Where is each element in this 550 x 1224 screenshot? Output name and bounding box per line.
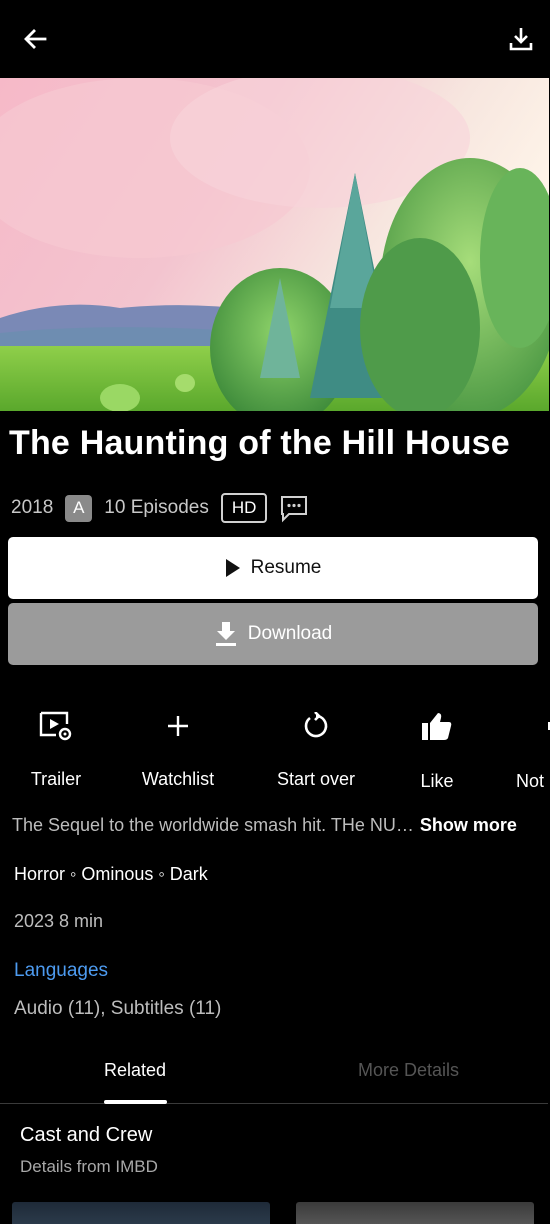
genre-list: Horror ◦ Ominous ◦ Dark: [14, 864, 208, 884]
related-thumbnail[interactable]: [12, 1202, 270, 1224]
episode-count: 10 Episodes: [104, 497, 209, 518]
not-for-me-label: Not: [516, 771, 545, 791]
tab-related[interactable]: Related: [104, 1060, 166, 1081]
start-over-label: Start over: [276, 769, 356, 789]
quality-badge: HD: [220, 493, 268, 523]
resume-label: Resume: [250, 557, 322, 578]
cast-subtitle: Details from IMBD: [20, 1157, 158, 1176]
metadata-row: 2018 A 10 Episodes HD: [11, 492, 309, 524]
description: The Sequel to the worldwide smash hit. T…: [12, 815, 542, 836]
plus-icon: [158, 706, 198, 746]
trailer-icon: [36, 706, 76, 746]
play-icon: [225, 559, 241, 577]
like-label: Like: [420, 771, 454, 791]
audio-subtitles-info: Audio (11), Subtitles (11): [14, 998, 222, 1019]
year-duration: 2023 8 min: [14, 911, 104, 931]
start-over-action[interactable]: Start over: [272, 700, 360, 790]
download-icon[interactable]: [506, 24, 536, 54]
download-label: Download: [247, 623, 333, 644]
action-row: Trailer Watchlist Start over Like Not: [0, 700, 550, 800]
age-rating-badge: A: [65, 494, 93, 522]
not-for-me-action[interactable]: Not: [514, 700, 550, 792]
resume-button[interactable]: Resume: [8, 537, 538, 599]
tab-more-details[interactable]: More Details: [358, 1060, 459, 1081]
trailer-label: Trailer: [30, 769, 82, 789]
subtitles-icon: [279, 493, 309, 523]
top-app-bar: [0, 0, 550, 78]
watchlist-label: Watchlist: [141, 769, 215, 789]
hero-image: [0, 78, 549, 411]
languages-link[interactable]: Languages: [14, 960, 108, 982]
show-more-link[interactable]: Show more: [420, 815, 517, 836]
release-year: 2018: [11, 497, 54, 518]
download-button[interactable]: Download: [8, 603, 538, 665]
description-text: The Sequel to the worldwide smash hit. T…: [12, 815, 414, 835]
like-action[interactable]: Like: [412, 700, 462, 792]
tab-bar: Related More Details: [0, 1050, 548, 1105]
watchlist-action[interactable]: Watchlist: [136, 700, 220, 790]
cast-title: Cast and Crew: [20, 1124, 153, 1146]
thumbs-down-icon: [514, 706, 550, 746]
trailer-action[interactable]: Trailer: [26, 700, 86, 790]
download-icon: [214, 621, 238, 647]
thumbs-up-icon: [417, 706, 457, 746]
restart-icon: [296, 706, 336, 746]
related-thumbnail[interactable]: [296, 1202, 534, 1224]
show-title: The Haunting of the Hill House: [9, 424, 510, 462]
back-arrow-icon[interactable]: [20, 24, 50, 54]
